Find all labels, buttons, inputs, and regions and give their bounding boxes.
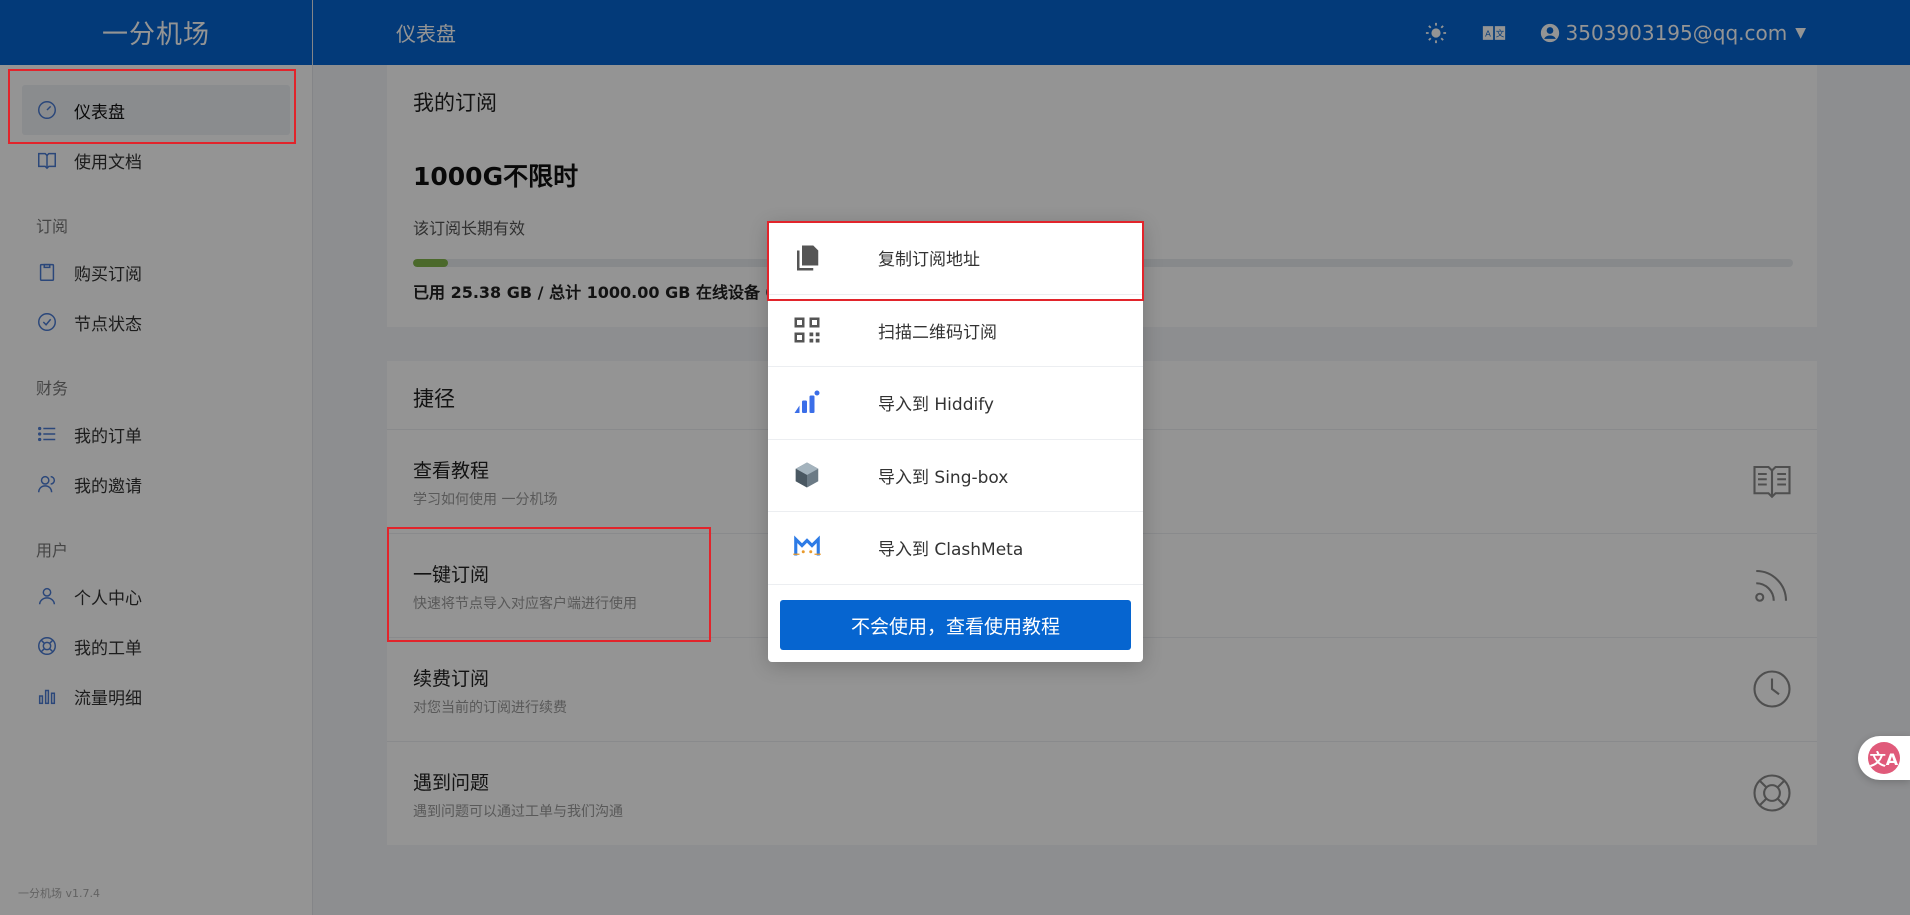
popup-item-label: 扫描二维码订阅: [878, 322, 997, 343]
highlight-box: [767, 221, 1144, 301]
popup-item-qrcode[interactable]: 扫描二维码订阅: [768, 295, 1143, 367]
singbox-icon: [792, 460, 822, 490]
view-tutorial-button[interactable]: 不会使用，查看使用教程: [780, 600, 1131, 650]
translate-icon: 文A: [1868, 742, 1900, 774]
highlight-box: [387, 527, 711, 642]
popup-item-hiddify[interactable]: 导入到 Hiddify: [768, 367, 1143, 440]
qrcode-icon: [792, 315, 822, 345]
floating-translate-button[interactable]: 文A: [1858, 736, 1910, 780]
popup-item-singbox[interactable]: 导入到 Sing-box: [768, 440, 1143, 512]
clashmeta-icon: [792, 533, 822, 563]
highlight-box: [8, 69, 296, 144]
popup-item-label: 导入到 ClashMeta: [878, 540, 1024, 561]
popup-item-label: 导入到 Sing-box: [878, 467, 1009, 488]
hiddify-icon: [792, 388, 822, 418]
popup-item-clashmeta[interactable]: 导入到 ClashMeta: [768, 512, 1143, 585]
popup-item-label: 导入到 Hiddify: [878, 395, 994, 416]
